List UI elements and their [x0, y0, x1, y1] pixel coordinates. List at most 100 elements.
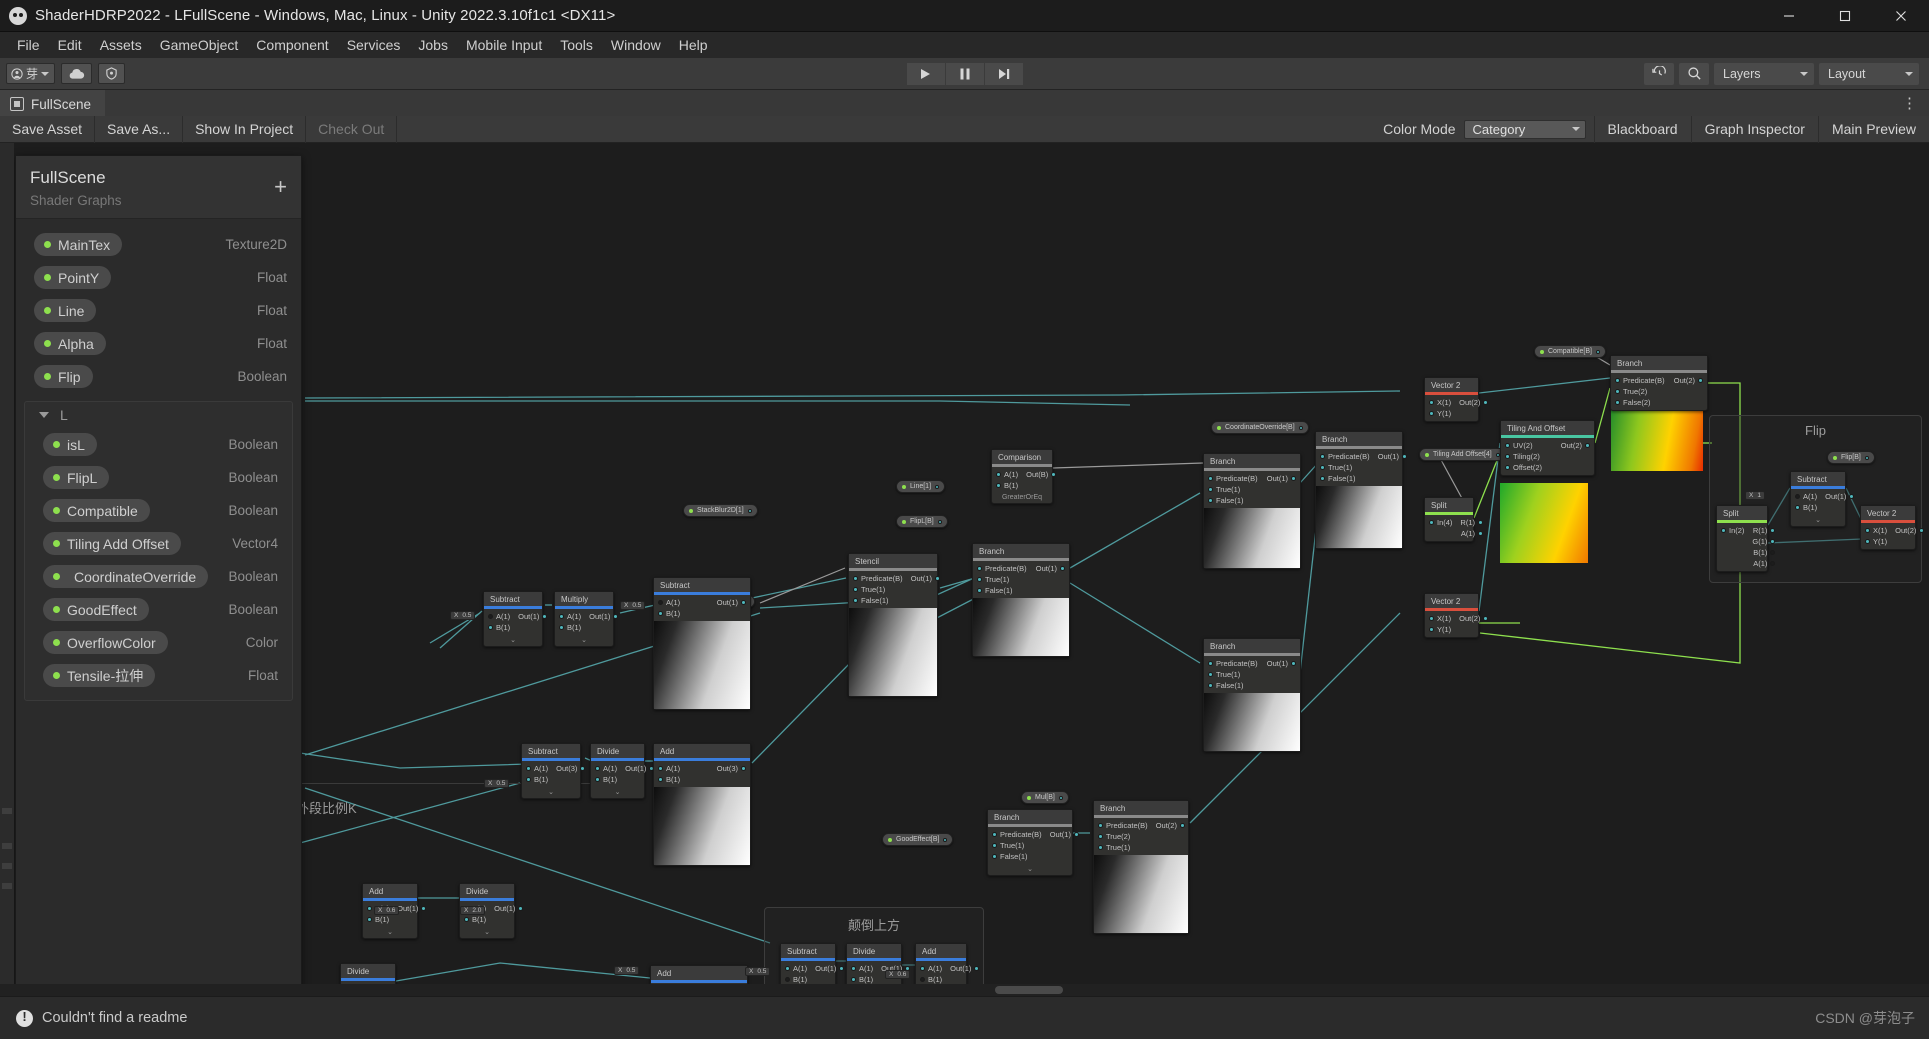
- node-comparison[interactable]: Comparison A(1) B(1) Out(B) GreaterOrEq: [991, 449, 1057, 504]
- port-dot-icon[interactable]: [1478, 531, 1484, 536]
- history-icon[interactable]: [1644, 62, 1674, 85]
- node-branch-3[interactable]: Branch Predicate(B) True(1) False(1) Out…: [1203, 638, 1301, 752]
- port-dot-icon[interactable]: [977, 577, 982, 582]
- shader-graph-canvas[interactable]: Flip 颠倒上方 外段比例K StackBlur2D[1] Line[1] F…: [0, 143, 1929, 996]
- port-dot-icon[interactable]: [1865, 528, 1870, 533]
- port-dot-icon[interactable]: [1429, 627, 1434, 632]
- port-dot-icon[interactable]: [658, 766, 663, 771]
- tab-options-kebab-icon[interactable]: ⋮: [1902, 96, 1929, 111]
- menu-window[interactable]: Window: [602, 34, 670, 56]
- token-port-icon[interactable]: [747, 508, 752, 513]
- port-dot-icon[interactable]: [1291, 476, 1296, 481]
- layers-dropdown[interactable]: Layers: [1714, 62, 1814, 85]
- property-row-isl[interactable]: isL Boolean: [25, 428, 292, 461]
- node-branch-2[interactable]: Branch Predicate(B) True(1) False(1) Out…: [1203, 453, 1301, 569]
- node-expander[interactable]: ⌄: [555, 635, 613, 646]
- port-dot-icon[interactable]: [595, 766, 600, 771]
- node-add-preview-1[interactable]: Add A(1) B(1) Out(3): [653, 743, 751, 866]
- graph-inspector-toggle[interactable]: Graph Inspector: [1690, 115, 1818, 143]
- node-branch-4[interactable]: Branch Predicate(B) True(1) False(1) Out…: [1315, 431, 1407, 549]
- port-dot-icon[interactable]: [1060, 566, 1065, 571]
- port-dot-icon[interactable]: [526, 777, 531, 782]
- port-dot-icon[interactable]: [853, 587, 858, 592]
- port-dot-icon[interactable]: [1849, 494, 1855, 499]
- port-dot-icon[interactable]: [853, 598, 858, 603]
- port-dot-icon[interactable]: [1208, 498, 1213, 503]
- menu-edit[interactable]: Edit: [49, 34, 91, 56]
- node-branch-1[interactable]: Branch Predicate(B) True(1) False(1) Out…: [972, 543, 1070, 657]
- tab-fullscene[interactable]: FullScene: [0, 90, 106, 116]
- port-dot-icon[interactable]: [1919, 528, 1925, 533]
- port-dot-icon[interactable]: [1505, 454, 1510, 459]
- menu-gameobject[interactable]: GameObject: [151, 34, 248, 56]
- port-dot-icon[interactable]: [488, 625, 493, 630]
- token-port-icon[interactable]: [1864, 455, 1869, 460]
- scrollbar-thumb[interactable]: [995, 986, 1063, 994]
- add-property-button[interactable]: +: [274, 176, 287, 198]
- port-dot-icon[interactable]: [1429, 400, 1434, 405]
- main-preview-toggle[interactable]: Main Preview: [1817, 115, 1929, 143]
- inline-value-field[interactable]: X 0.5: [484, 779, 510, 788]
- property-row-flip[interactable]: Flip Boolean: [16, 360, 301, 393]
- maximize-button[interactable]: [1817, 0, 1873, 32]
- account-button[interactable]: 芽: [6, 63, 56, 84]
- property-row-compatible[interactable]: Compatible Boolean: [25, 494, 292, 527]
- token-port-icon[interactable]: [935, 484, 940, 489]
- port-dot-icon[interactable]: [1865, 539, 1870, 544]
- horizontal-scrollbar[interactable]: [0, 984, 1929, 996]
- token-port-icon[interactable]: [1595, 349, 1600, 354]
- port-dot-icon[interactable]: [785, 977, 790, 982]
- port-dot-icon[interactable]: [741, 600, 746, 605]
- port-dot-icon[interactable]: [1770, 539, 1776, 544]
- close-button[interactable]: [1873, 0, 1929, 32]
- port-dot-icon[interactable]: [996, 472, 1001, 477]
- node-expander[interactable]: ⌄: [1791, 515, 1845, 526]
- port-dot-icon[interactable]: [1098, 823, 1103, 828]
- menu-component[interactable]: Component: [247, 34, 337, 56]
- port-dot-icon[interactable]: [1770, 550, 1776, 555]
- port-dot-icon[interactable]: [526, 766, 531, 771]
- port-dot-icon[interactable]: [1721, 528, 1726, 533]
- node-stencil[interactable]: Stencil Predicate(B) True(1) False(1) Ou…: [848, 553, 940, 697]
- token-goodeffect-2[interactable]: GoodEffect[B]: [882, 833, 954, 846]
- menu-tools[interactable]: Tools: [551, 34, 602, 56]
- blackboard-category-l[interactable]: L isL Boolean FlipL Boolean Compatible B…: [24, 401, 293, 701]
- port-dot-icon[interactable]: [1291, 661, 1296, 666]
- port-dot-icon[interactable]: [996, 483, 1001, 488]
- port-dot-icon[interactable]: [851, 966, 856, 971]
- port-dot-icon[interactable]: [542, 614, 548, 619]
- menu-help[interactable]: Help: [670, 34, 717, 56]
- node-expander[interactable]: ⌄: [460, 927, 514, 938]
- port-dot-icon[interactable]: [1585, 443, 1590, 448]
- node-subtract-flip[interactable]: Subtract A(1) B(1) Out(1) ⌄: [1790, 471, 1855, 527]
- token-port-icon[interactable]: [1298, 425, 1303, 430]
- node-branch-6[interactable]: Branch Predicate(B) True(2) True(1) Out(…: [1093, 800, 1189, 934]
- port-dot-icon[interactable]: [1179, 823, 1185, 828]
- token-flipl[interactable]: FlipL[B]: [896, 515, 948, 528]
- inline-value-field[interactable]: X 0.6: [374, 906, 400, 915]
- port-dot-icon[interactable]: [1615, 378, 1620, 383]
- port-dot-icon[interactable]: [1208, 672, 1213, 677]
- port-dot-icon[interactable]: [559, 625, 564, 630]
- pause-button[interactable]: [945, 62, 984, 85]
- port-dot-icon[interactable]: [785, 966, 790, 971]
- port-dot-icon[interactable]: [367, 906, 372, 911]
- play-button[interactable]: [906, 62, 945, 85]
- inline-value-field[interactable]: X 0.5: [614, 966, 640, 975]
- port-dot-icon[interactable]: [658, 600, 663, 605]
- save-asset-button[interactable]: Save Asset: [0, 115, 96, 143]
- port-dot-icon[interactable]: [559, 614, 564, 619]
- port-dot-icon[interactable]: [920, 977, 925, 982]
- menu-jobs[interactable]: Jobs: [409, 34, 457, 56]
- token-port-icon[interactable]: [943, 837, 948, 842]
- property-row-coordinateoverride[interactable]: CoordinateOverride Boolean: [25, 560, 292, 593]
- node-expander[interactable]: ⌄: [988, 864, 1072, 875]
- node-expander[interactable]: ⌄: [484, 635, 542, 646]
- port-dot-icon[interactable]: [1073, 832, 1079, 837]
- color-mode-dropdown[interactable]: Category: [1463, 119, 1586, 139]
- port-dot-icon[interactable]: [977, 566, 982, 571]
- port-dot-icon[interactable]: [1208, 487, 1213, 492]
- node-subtract-2[interactable]: Subtract A(1) B(1) Out(3) ⌄: [521, 743, 586, 799]
- port-dot-icon[interactable]: [1051, 472, 1057, 477]
- port-dot-icon[interactable]: [580, 766, 586, 771]
